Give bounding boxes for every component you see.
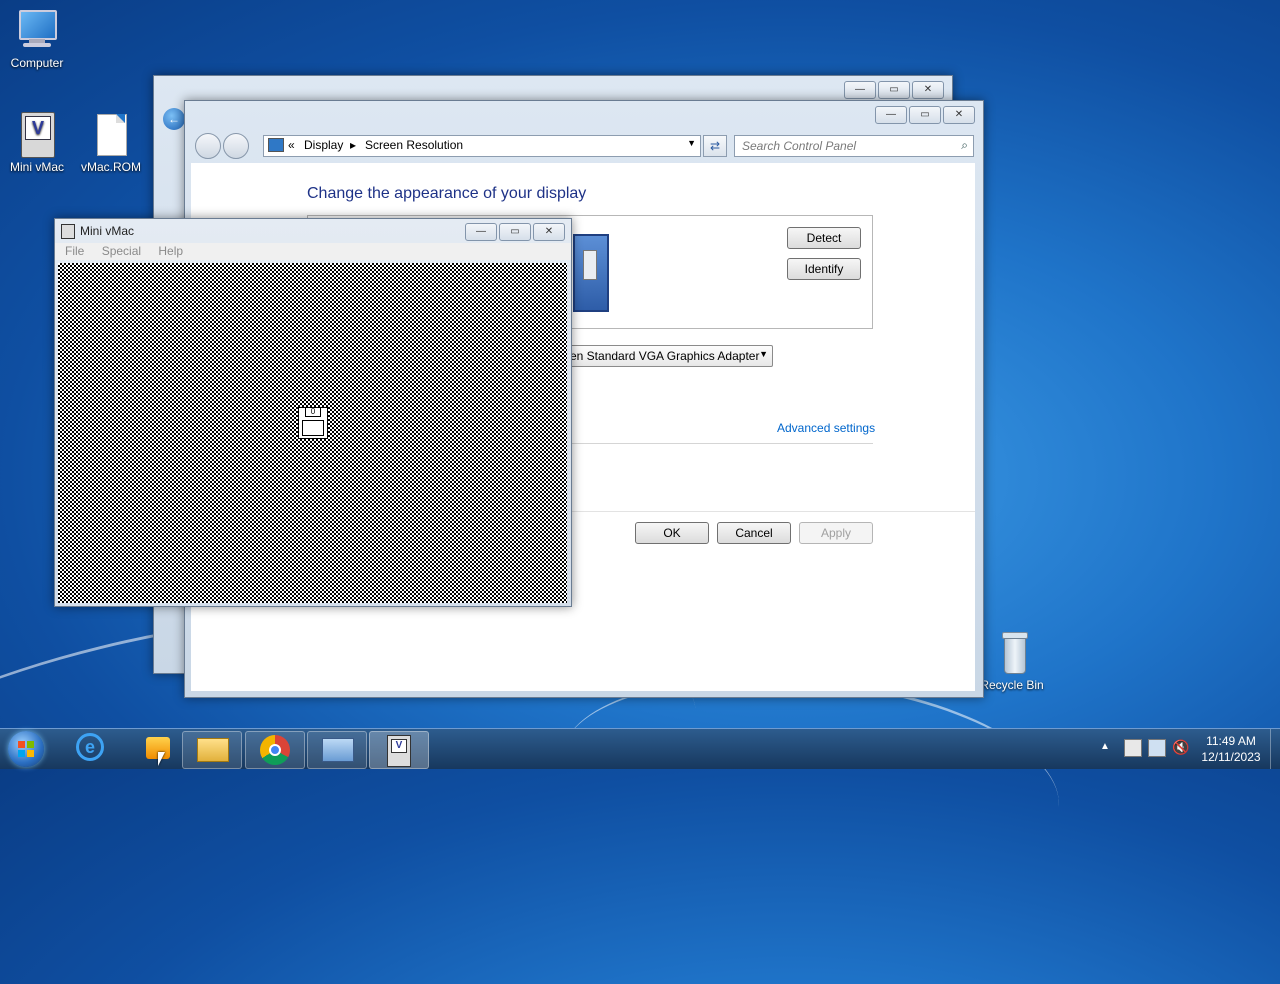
system-clock[interactable]: 11:49 AM 12/11/2023: [1196, 733, 1266, 765]
show-desktop-button[interactable]: [1270, 729, 1280, 769]
monitor-number-icon: [583, 250, 597, 280]
file-icon: [89, 112, 133, 156]
minimize-button[interactable]: —: [875, 106, 907, 124]
back-button[interactable]: [195, 133, 221, 159]
chrome-icon: [260, 735, 290, 765]
desktop-icon-mini-vmac[interactable]: V Mini vMac: [0, 112, 74, 174]
breadcrumb-arrow-icon: ▸: [350, 138, 357, 152]
ok-button[interactable]: OK: [635, 522, 709, 544]
cancel-button[interactable]: Cancel: [717, 522, 791, 544]
desktop-icon-label: Mini vMac: [9, 160, 64, 174]
menu-special[interactable]: Special: [102, 244, 141, 258]
search-icon[interactable]: ⌕: [961, 138, 968, 153]
search-input[interactable]: Search Control Panel: [742, 139, 856, 153]
minimize-button[interactable]: —: [465, 223, 497, 241]
internet-explorer-icon[interactable]: e: [76, 733, 104, 761]
window-title: Mini vMac: [80, 224, 135, 238]
show-hidden-icons-icon[interactable]: ▲: [1100, 741, 1110, 752]
action-center-icon[interactable]: [1124, 739, 1142, 757]
apply-button[interactable]: Apply: [799, 522, 873, 544]
search-box[interactable]: Search Control Panel ⌕: [734, 135, 974, 157]
page-heading: Change the appearance of your display: [307, 185, 587, 202]
window-controls: — ▭ ✕: [875, 106, 975, 124]
divider: [571, 443, 873, 444]
taskbar-chrome[interactable]: [245, 731, 305, 769]
floppy-disk-icon: 0: [298, 407, 328, 439]
back-icon[interactable]: ←: [163, 108, 185, 130]
dropdown-arrow-icon[interactable]: ▼: [687, 138, 696, 148]
address-bar[interactable]: « Display ▸ Screen Resolution ▼: [263, 135, 701, 157]
breadcrumb-chevrons[interactable]: «: [288, 138, 295, 152]
volume-muted-icon[interactable]: 🔇: [1172, 739, 1189, 755]
minimize-button[interactable]: —: [844, 81, 876, 99]
folder-icon: [197, 738, 229, 762]
close-button[interactable]: ✕: [533, 223, 565, 241]
refresh-icon[interactable]: ⇄: [703, 135, 727, 157]
taskbar-mini-vmac[interactable]: V: [369, 731, 429, 769]
menu-help[interactable]: Help: [158, 244, 183, 258]
clock-time: 11:49 AM: [1206, 734, 1256, 748]
menu-file[interactable]: File: [65, 244, 84, 258]
control-panel-icon: [322, 738, 354, 762]
clock-date: 12/11/2023: [1201, 750, 1261, 764]
mini-vmac-window[interactable]: Mini vMac — ▭ ✕ File Special Help 0: [54, 218, 572, 607]
taskbar: e V ▲ 🔇 11:49 AM 12/11/2023: [0, 728, 1280, 769]
breadcrumb-display[interactable]: Display: [304, 138, 343, 152]
mac-classic-icon: V: [387, 735, 411, 767]
windows-logo-icon: [18, 741, 25, 748]
network-icon[interactable]: [1148, 739, 1166, 757]
detect-button[interactable]: Detect: [787, 227, 861, 249]
window-controls: — ▭ ✕: [844, 81, 944, 99]
mini-vmac-app-icon: [61, 224, 75, 239]
maximize-button[interactable]: ▭: [878, 81, 910, 99]
mac-classic-icon: V: [15, 112, 59, 158]
maximize-button[interactable]: ▭: [909, 106, 941, 124]
disk-label: 0: [305, 408, 321, 417]
display-icon: [268, 138, 284, 152]
identify-button[interactable]: Identify: [787, 258, 861, 280]
desktop-icon-vmac-rom[interactable]: vMac.ROM: [74, 112, 148, 174]
advanced-settings-link[interactable]: Advanced settings: [777, 421, 875, 435]
desktop-icon-label: Computer: [10, 56, 64, 70]
desktop-icon-computer[interactable]: Computer: [0, 8, 74, 70]
menu-bar: File Special Help: [55, 243, 571, 260]
recycle-bin-icon: [990, 630, 1034, 674]
desktop-icon-label: Recycle Bin: [980, 678, 1044, 692]
mouse-cursor-icon: [158, 752, 170, 766]
taskbar-explorer[interactable]: [182, 731, 242, 769]
forward-button[interactable]: [223, 133, 249, 159]
chevron-down-icon: ▼: [759, 349, 768, 359]
window-controls: — ▭ ✕: [465, 223, 565, 241]
desktop-icon-recycle-bin[interactable]: Recycle Bin: [975, 630, 1049, 692]
emulator-screen[interactable]: 0: [58, 263, 567, 603]
breadcrumb-screen-resolution[interactable]: Screen Resolution: [365, 138, 463, 152]
display-select-value: en Standard VGA Graphics Adapter: [570, 349, 760, 363]
computer-icon: [15, 8, 59, 52]
taskbar-control-panel[interactable]: [307, 731, 367, 769]
close-button[interactable]: ✕: [943, 106, 975, 124]
maximize-button[interactable]: ▭: [499, 223, 531, 241]
start-button[interactable]: [8, 731, 44, 767]
monitor-image[interactable]: [573, 234, 609, 312]
close-button[interactable]: ✕: [912, 81, 944, 99]
desktop-icon-label: vMac.ROM: [81, 160, 141, 174]
